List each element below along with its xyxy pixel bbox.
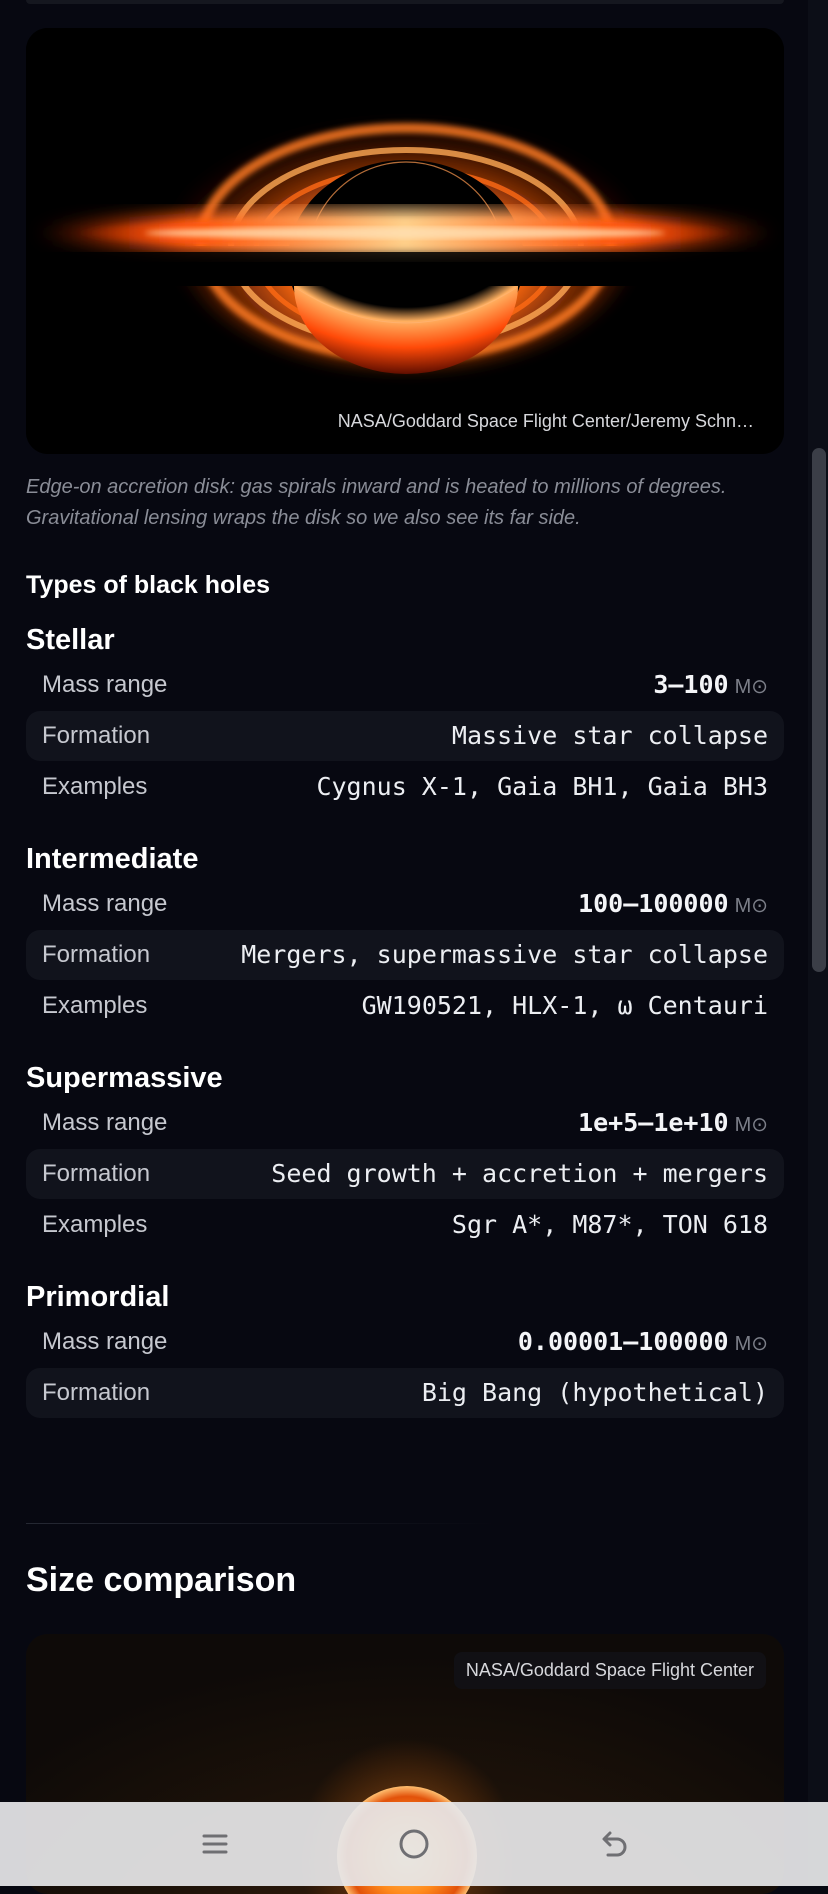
formation-row: Formation Massive star collapse (26, 711, 784, 761)
scrollbar-track[interactable] (808, 0, 828, 1886)
row-value: Cygnus X-1, Gaia BH1, Gaia BH3 (316, 772, 768, 801)
row-label: Formation (42, 1379, 151, 1406)
row-value: Sgr A*, M87*, TON 618 (451, 1210, 768, 1239)
type-group-primordial: Primordial Mass range 0.00001–100000 M⊙ F… (26, 1277, 784, 1418)
image-caption: Edge-on accretion disk: gas spirals inwa… (26, 476, 727, 529)
row-label: Formation (42, 1160, 151, 1187)
back-button[interactable] (585, 1816, 641, 1872)
mass-value: 100–100000 (578, 889, 729, 918)
mass-range-row: Mass range 3–100 M⊙ (26, 660, 784, 710)
types-title: Types of black holes (26, 571, 271, 599)
type-group-supermassive: Supermassive Mass range 1e+5–1e+10 M⊙ For… (26, 1058, 784, 1250)
section-divider (26, 1523, 496, 1524)
solar-mass-unit: M⊙ (734, 895, 768, 917)
system-navigation-bar (0, 1802, 828, 1886)
recent-apps-button[interactable] (187, 1816, 243, 1872)
row-label: Examples (42, 992, 148, 1019)
row-value: Mergers, supermassive star collapse (241, 940, 768, 969)
previous-card-edge (26, 0, 784, 4)
menu-icon (202, 1834, 228, 1854)
row-value: 100–100000 M⊙ (578, 879, 768, 931)
row-label: Mass range (42, 671, 168, 698)
home-icon (399, 1829, 429, 1859)
formation-row: Formation Seed growth + accretion + merg… (26, 1149, 784, 1199)
image-credit-badge: NASA/Goddard Space Flight Center (453, 1652, 766, 1689)
mass-range-row: Mass range 1e+5–1e+10 M⊙ (26, 1098, 784, 1148)
page: NASA/Goddard Space Flight Center/Jeremy … (0, 0, 828, 1894)
type-name: Primordial (26, 1281, 170, 1313)
type-group-stellar: Stellar Mass range 3–100 M⊙ Formation Mas… (26, 620, 784, 812)
row-label: Mass range (42, 890, 168, 917)
solar-mass-unit: M⊙ (734, 1333, 768, 1355)
examples-row: Examples Sgr A*, M87*, TON 618 (26, 1200, 784, 1250)
type-group-intermediate: Intermediate Mass range 100–100000 M⊙ For… (26, 839, 784, 1031)
row-value: Massive star collapse (451, 721, 768, 750)
row-value: 1e+5–1e+10 M⊙ (578, 1098, 768, 1150)
row-label: Formation (42, 722, 151, 749)
row-value: GW190521, HLX-1, ω Centauri (361, 991, 768, 1020)
size-comparison-title: Size comparison (26, 1561, 297, 1599)
mass-range-row: Mass range 0.00001–100000 M⊙ (26, 1317, 784, 1367)
row-label: Mass range (42, 1109, 168, 1136)
home-button[interactable] (386, 1816, 442, 1872)
solar-mass-unit: M⊙ (734, 1114, 768, 1136)
mass-value: 1e+5–1e+10 (578, 1108, 729, 1137)
mass-value: 3–100 (653, 670, 729, 699)
row-label: Mass range (42, 1328, 168, 1355)
mass-range-row: Mass range 100–100000 M⊙ (26, 879, 784, 929)
image-credit: NASA/Goddard Space Flight Center/Jeremy … (337, 411, 754, 431)
formation-row: Formation Mergers, supermassive star col… (26, 930, 784, 980)
type-name: Stellar (26, 624, 115, 656)
mass-value: 0.00001–100000 (517, 1327, 729, 1356)
examples-row: Examples GW190521, HLX-1, ω Centauri (26, 981, 784, 1031)
row-label: Examples (42, 773, 148, 800)
black-hole-image[interactable]: NASA/Goddard Space Flight Center/Jeremy … (26, 28, 784, 454)
type-name: Supermassive (26, 1062, 223, 1094)
accretion-disk-illustration (26, 28, 784, 454)
back-icon (602, 1831, 627, 1857)
formation-row: Formation Big Bang (hypothetical) (26, 1368, 784, 1418)
examples-row: Examples Cygnus X-1, Gaia BH1, Gaia BH3 (26, 762, 784, 812)
row-value: Big Bang (hypothetical) (421, 1378, 768, 1407)
solar-mass-unit: M⊙ (734, 676, 768, 698)
scrollbar-thumb[interactable] (812, 448, 826, 972)
row-value: 0.00001–100000 M⊙ (518, 1317, 768, 1369)
row-value: 3–100 M⊙ (653, 660, 768, 712)
row-value: Seed growth + accretion + mergers (271, 1159, 768, 1188)
row-label: Examples (42, 1211, 148, 1238)
row-label: Formation (42, 941, 151, 968)
type-name: Intermediate (26, 843, 199, 875)
